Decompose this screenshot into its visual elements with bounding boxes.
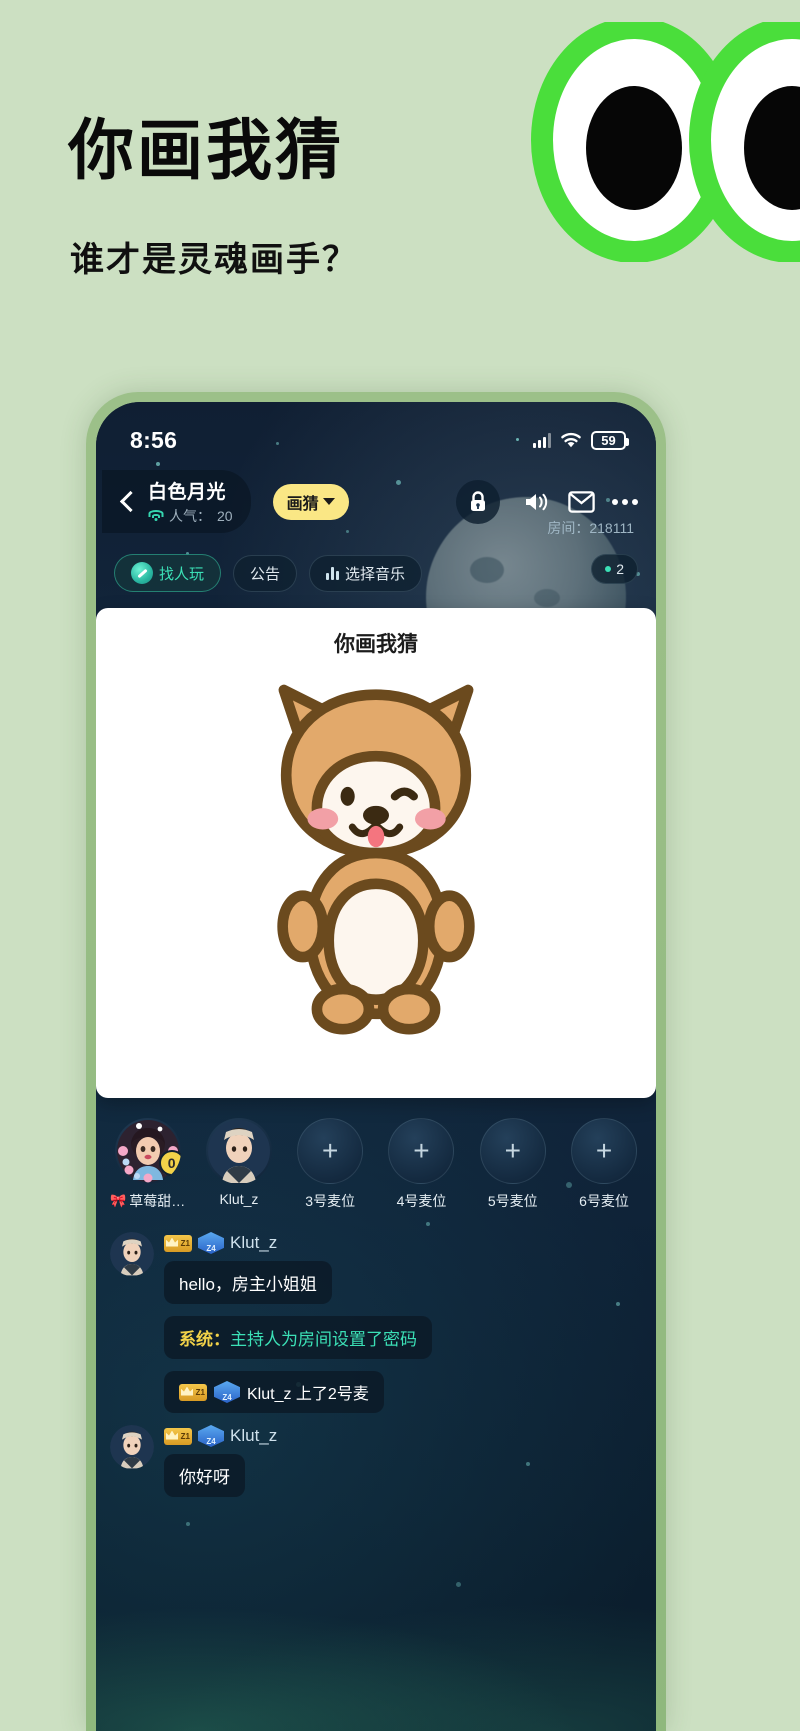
- speaker-icon[interactable]: [523, 490, 551, 514]
- popularity-value: 20: [217, 508, 233, 524]
- seat-score: 0: [158, 1150, 181, 1176]
- chat-bubble: hello，房主小姐姐: [164, 1261, 332, 1304]
- plus-icon: +: [413, 1135, 430, 1166]
- add-seat-button[interactable]: +: [297, 1118, 364, 1184]
- cellular-signal-icon: [533, 432, 551, 448]
- game-card-title: 你画我猜: [334, 633, 418, 656]
- plus-icon: +: [322, 1135, 339, 1166]
- mic-seat[interactable]: + 6号麦位: [558, 1118, 649, 1211]
- system-bubble: 系统：主持人为房间设置了密码: [164, 1316, 432, 1359]
- plus-icon: +: [504, 1135, 521, 1166]
- game-card: 你画我猜: [96, 608, 656, 1098]
- avatar[interactable]: 0: [114, 1118, 181, 1184]
- phone-mockup: 8:56 59 白色月光 人气： 20 画猜 房间：218111 找人玩 公告 …: [86, 392, 666, 1731]
- tab-select-music[interactable]: 选择音乐: [309, 554, 423, 592]
- chat-list[interactable]: Z1 Z4 Klut_z hello，房主小姐姐 系统：主持人为房间设置了密码 …: [110, 1232, 656, 1497]
- seat-label: 6号麦位: [579, 1193, 629, 1209]
- mic-seat[interactable]: Klut_z: [193, 1118, 284, 1211]
- bow-icon: 🎀: [110, 1193, 127, 1208]
- chat-message-enter: Z1 Z4 Klut_z 上了2号麦: [164, 1371, 656, 1413]
- wifi-icon: [561, 432, 581, 447]
- back-arrow-icon[interactable]: [114, 489, 140, 515]
- seat-label: 4号麦位: [396, 1193, 447, 1209]
- online-count-value: 2: [616, 561, 624, 577]
- add-seat-button[interactable]: +: [571, 1118, 638, 1184]
- add-seat-button[interactable]: +: [388, 1118, 455, 1184]
- mail-icon[interactable]: [568, 490, 595, 513]
- online-dot-icon: [605, 566, 612, 572]
- crown-badge: Z1: [164, 1234, 192, 1252]
- promo-banner: 你画我猜 谁才是灵魂画手？: [0, 0, 800, 400]
- compass-icon: [131, 562, 153, 584]
- avatar[interactable]: [110, 1232, 154, 1276]
- enter-bubble: Z1 Z4 Klut_z 上了2号麦: [164, 1371, 384, 1413]
- room-number: 房间：218111: [547, 520, 634, 536]
- wifi-icon: [148, 510, 163, 522]
- chat-message[interactable]: Z1 Z4 Klut_z hello，房主小姐姐: [110, 1232, 656, 1304]
- chat-message-system: 系统：主持人为房间设置了密码: [164, 1316, 656, 1359]
- crown-badge: Z1: [164, 1427, 192, 1445]
- status-time: 8:56: [130, 426, 178, 453]
- music-bars-icon: [326, 566, 340, 580]
- seat-label: Klut_z: [219, 1191, 259, 1207]
- mic-seats: 0 🎀 草莓甜… Klut_z + 3号麦位 + 4号麦位 + 5号麦位 + 6…: [96, 1118, 656, 1211]
- gem-badge: Z4: [198, 1232, 224, 1254]
- enter-text: Klut_z 上了2号麦: [247, 1386, 369, 1403]
- mic-seat[interactable]: + 5号麦位: [467, 1118, 558, 1211]
- tab-label: 公告: [250, 565, 281, 583]
- mic-seat[interactable]: 0 🎀 草莓甜…: [102, 1118, 193, 1211]
- page-subtitle: 谁才是灵魂画手？: [70, 240, 358, 280]
- tab-label: 找人玩: [159, 565, 205, 583]
- add-seat-button[interactable]: +: [479, 1118, 546, 1184]
- system-text: 主持人为房间设置了密码: [230, 1330, 417, 1349]
- chat-bubble: 你好呀: [164, 1454, 245, 1497]
- tab-announcement[interactable]: 公告: [233, 554, 298, 592]
- eyes-logo-icon: [531, 22, 800, 262]
- mic-seat[interactable]: + 3号麦位: [285, 1118, 376, 1211]
- grass-decoration: [96, 1581, 656, 1731]
- gem-badge: Z4: [214, 1381, 240, 1403]
- battery-indicator: 59: [591, 430, 629, 450]
- seat-label: 🎀 草莓甜…: [110, 1193, 186, 1209]
- popularity-label: 人气：: [169, 508, 211, 524]
- chat-username: Klut_z: [230, 1426, 278, 1445]
- avatar[interactable]: [205, 1118, 272, 1184]
- status-bar: 8:56 59: [96, 402, 656, 464]
- seat-label: 5号麦位: [487, 1193, 538, 1209]
- page-title: 你画我猜: [68, 112, 344, 189]
- mode-badge-label: 画猜: [286, 495, 319, 513]
- plus-icon: +: [595, 1135, 613, 1166]
- more-dots-icon[interactable]: [612, 498, 638, 505]
- room-name: 白色月光: [148, 482, 227, 503]
- chat-username: Klut_z: [230, 1233, 278, 1252]
- gem-badge: Z4: [198, 1425, 224, 1447]
- chevron-down-icon: [322, 498, 335, 505]
- mode-badge[interactable]: 画猜: [272, 483, 349, 520]
- system-prefix: 系统：: [179, 1330, 230, 1349]
- shiba-inu-dog-drawing: [277, 684, 475, 1035]
- lock-icon[interactable]: [456, 479, 500, 524]
- crown-badge: Z1: [179, 1383, 207, 1401]
- room-info-pill[interactable]: 白色月光 人气： 20: [102, 470, 251, 533]
- online-count-badge[interactable]: 2: [591, 554, 638, 584]
- mic-seat[interactable]: + 4号麦位: [376, 1118, 467, 1211]
- seat-label: 3号麦位: [305, 1193, 356, 1209]
- chat-message[interactable]: Z1 Z4 Klut_z 你好呀: [110, 1425, 656, 1497]
- avatar[interactable]: [110, 1425, 154, 1469]
- tab-label: 选择音乐: [345, 565, 406, 583]
- tab-find-players[interactable]: 找人玩: [114, 554, 222, 592]
- phone-screen: 8:56 59 白色月光 人气： 20 画猜 房间：218111 找人玩 公告 …: [96, 402, 656, 1731]
- room-tabs: 找人玩 公告 选择音乐: [114, 554, 423, 592]
